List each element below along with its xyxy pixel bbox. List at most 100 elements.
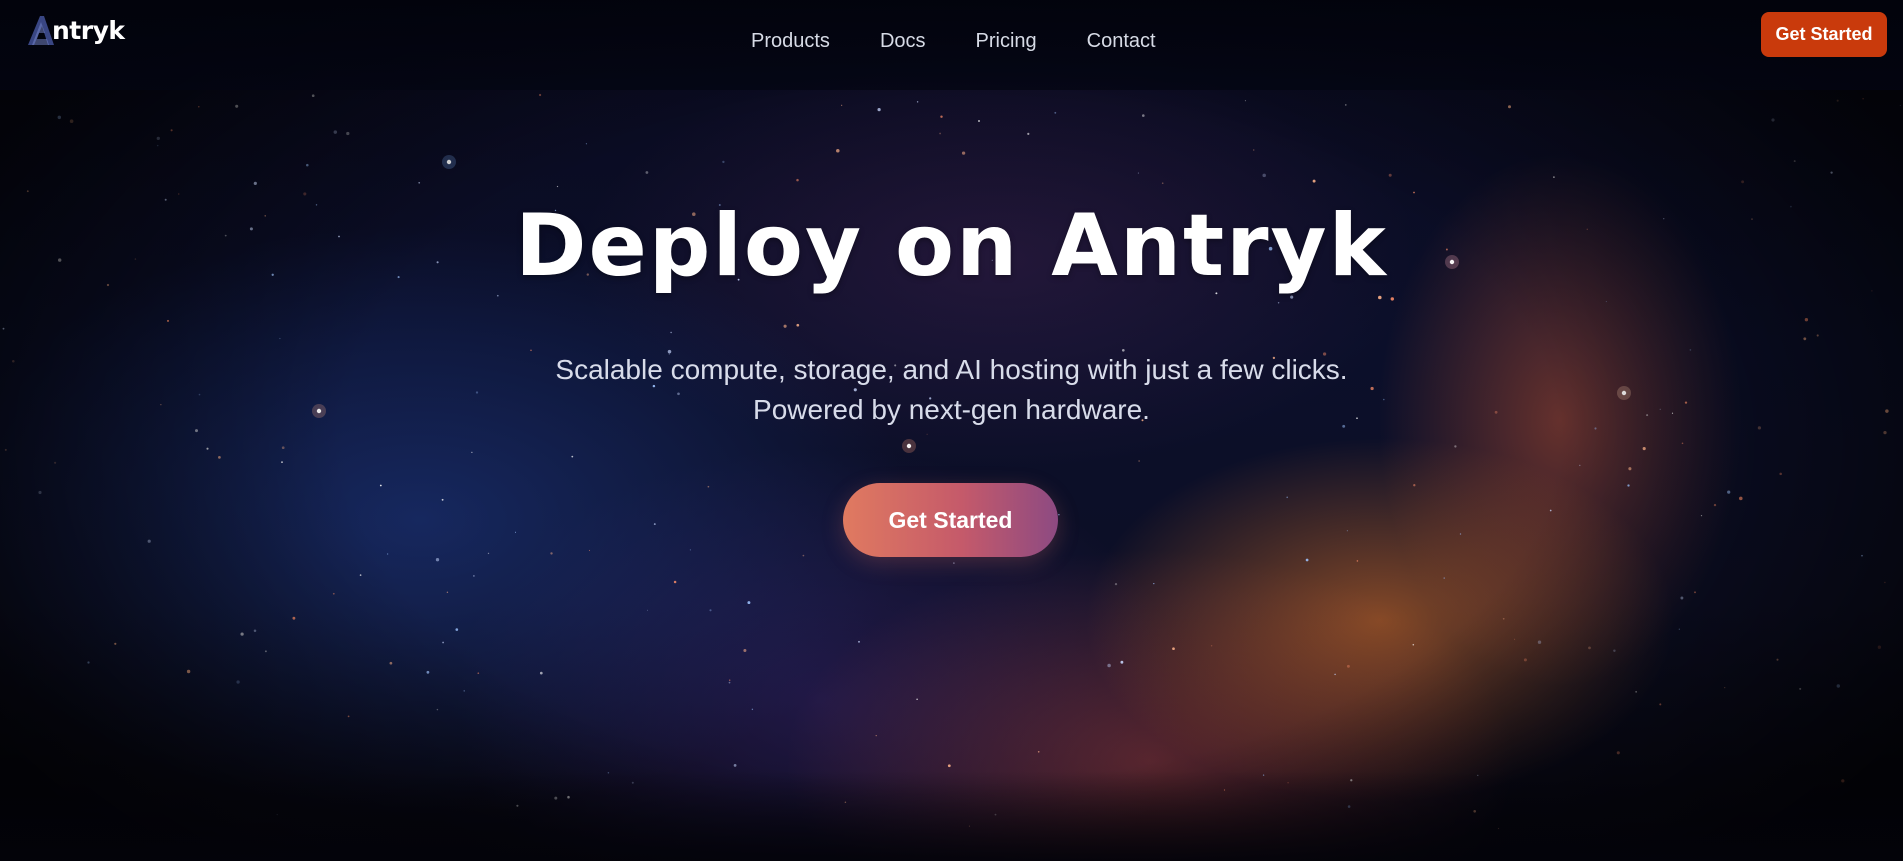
star xyxy=(206,447,209,450)
star xyxy=(346,131,350,136)
star xyxy=(539,671,543,675)
star xyxy=(1290,295,1294,299)
star xyxy=(1334,673,1336,676)
star xyxy=(747,601,751,605)
star xyxy=(436,708,439,711)
star xyxy=(571,455,574,458)
star xyxy=(240,632,244,636)
nav-get-started-button[interactable]: Get Started xyxy=(1761,12,1887,57)
star xyxy=(1776,658,1779,661)
star xyxy=(1454,445,1457,448)
star xyxy=(1727,490,1731,494)
star xyxy=(1508,105,1511,109)
star xyxy=(264,650,267,653)
star xyxy=(1588,646,1591,650)
star xyxy=(1883,430,1887,435)
star xyxy=(2,327,5,330)
star xyxy=(1642,447,1646,451)
hero-get-started-button[interactable]: Get Started xyxy=(843,483,1058,557)
star xyxy=(751,708,754,711)
star xyxy=(1388,173,1392,177)
star xyxy=(4,448,7,451)
star xyxy=(1346,530,1348,532)
star xyxy=(281,461,283,463)
star xyxy=(1138,460,1140,462)
star xyxy=(1836,99,1839,102)
star xyxy=(743,648,747,653)
star xyxy=(218,456,221,459)
star xyxy=(1627,484,1630,487)
star xyxy=(435,558,440,562)
star xyxy=(1877,645,1882,649)
star xyxy=(1356,560,1359,562)
star xyxy=(1616,751,1620,755)
star xyxy=(1628,467,1632,471)
nav-link-docs[interactable]: Docs xyxy=(880,28,926,54)
star xyxy=(653,523,656,526)
star xyxy=(1502,617,1505,620)
star xyxy=(1739,496,1743,501)
star xyxy=(1262,173,1266,178)
landing-page: ntryk Products Docs Pricing Contact Get … xyxy=(0,0,1903,861)
star xyxy=(1153,582,1155,585)
star xyxy=(588,549,591,552)
star xyxy=(441,498,444,501)
brand-logo[interactable]: ntryk xyxy=(26,10,125,50)
star xyxy=(253,181,257,185)
top-navbar: ntryk Products Docs Pricing Contact Get … xyxy=(0,0,1903,90)
star xyxy=(733,764,737,767)
star xyxy=(389,661,393,665)
star xyxy=(156,136,160,141)
star xyxy=(1579,464,1581,467)
star xyxy=(1635,691,1637,693)
star xyxy=(1613,649,1616,653)
nav-link-products[interactable]: Products xyxy=(751,28,830,54)
star xyxy=(728,679,731,681)
star xyxy=(1861,554,1863,557)
star xyxy=(1678,628,1680,630)
star xyxy=(57,115,62,120)
star xyxy=(1459,533,1462,535)
brand-name: ntryk xyxy=(52,15,125,45)
star xyxy=(728,681,731,684)
star xyxy=(236,680,240,684)
star xyxy=(1412,643,1415,646)
star xyxy=(1344,104,1347,106)
star xyxy=(1161,182,1164,185)
star xyxy=(455,628,459,631)
hero-headline: Deploy on Antryk xyxy=(515,196,1388,296)
star xyxy=(953,562,955,564)
star xyxy=(916,101,919,103)
star xyxy=(1058,514,1060,516)
star xyxy=(645,171,649,174)
nav-link-pricing[interactable]: Pricing xyxy=(976,28,1037,54)
star xyxy=(1114,582,1118,586)
star xyxy=(1553,176,1555,178)
star xyxy=(1305,558,1309,562)
star xyxy=(689,549,692,551)
star xyxy=(1277,302,1280,304)
star xyxy=(836,149,840,153)
star xyxy=(877,107,881,112)
star xyxy=(875,734,877,737)
star xyxy=(487,552,490,555)
star xyxy=(1659,703,1662,706)
hero-subtitle-line-2: Powered by next-gen hardware. xyxy=(753,394,1150,425)
star xyxy=(418,181,421,184)
star xyxy=(1804,318,1809,322)
star xyxy=(1210,645,1213,647)
star xyxy=(332,592,335,595)
star xyxy=(1054,111,1057,114)
nav-link-contact[interactable]: Contact xyxy=(1087,28,1156,54)
star xyxy=(426,670,430,674)
star xyxy=(707,485,710,488)
star xyxy=(1681,442,1684,445)
star xyxy=(446,591,449,594)
star xyxy=(1107,663,1111,668)
star xyxy=(178,193,180,195)
star xyxy=(1286,496,1288,499)
star xyxy=(646,609,649,611)
star xyxy=(1142,114,1145,117)
main-nav: Products Docs Pricing Contact xyxy=(751,28,1206,54)
star xyxy=(1312,179,1316,183)
